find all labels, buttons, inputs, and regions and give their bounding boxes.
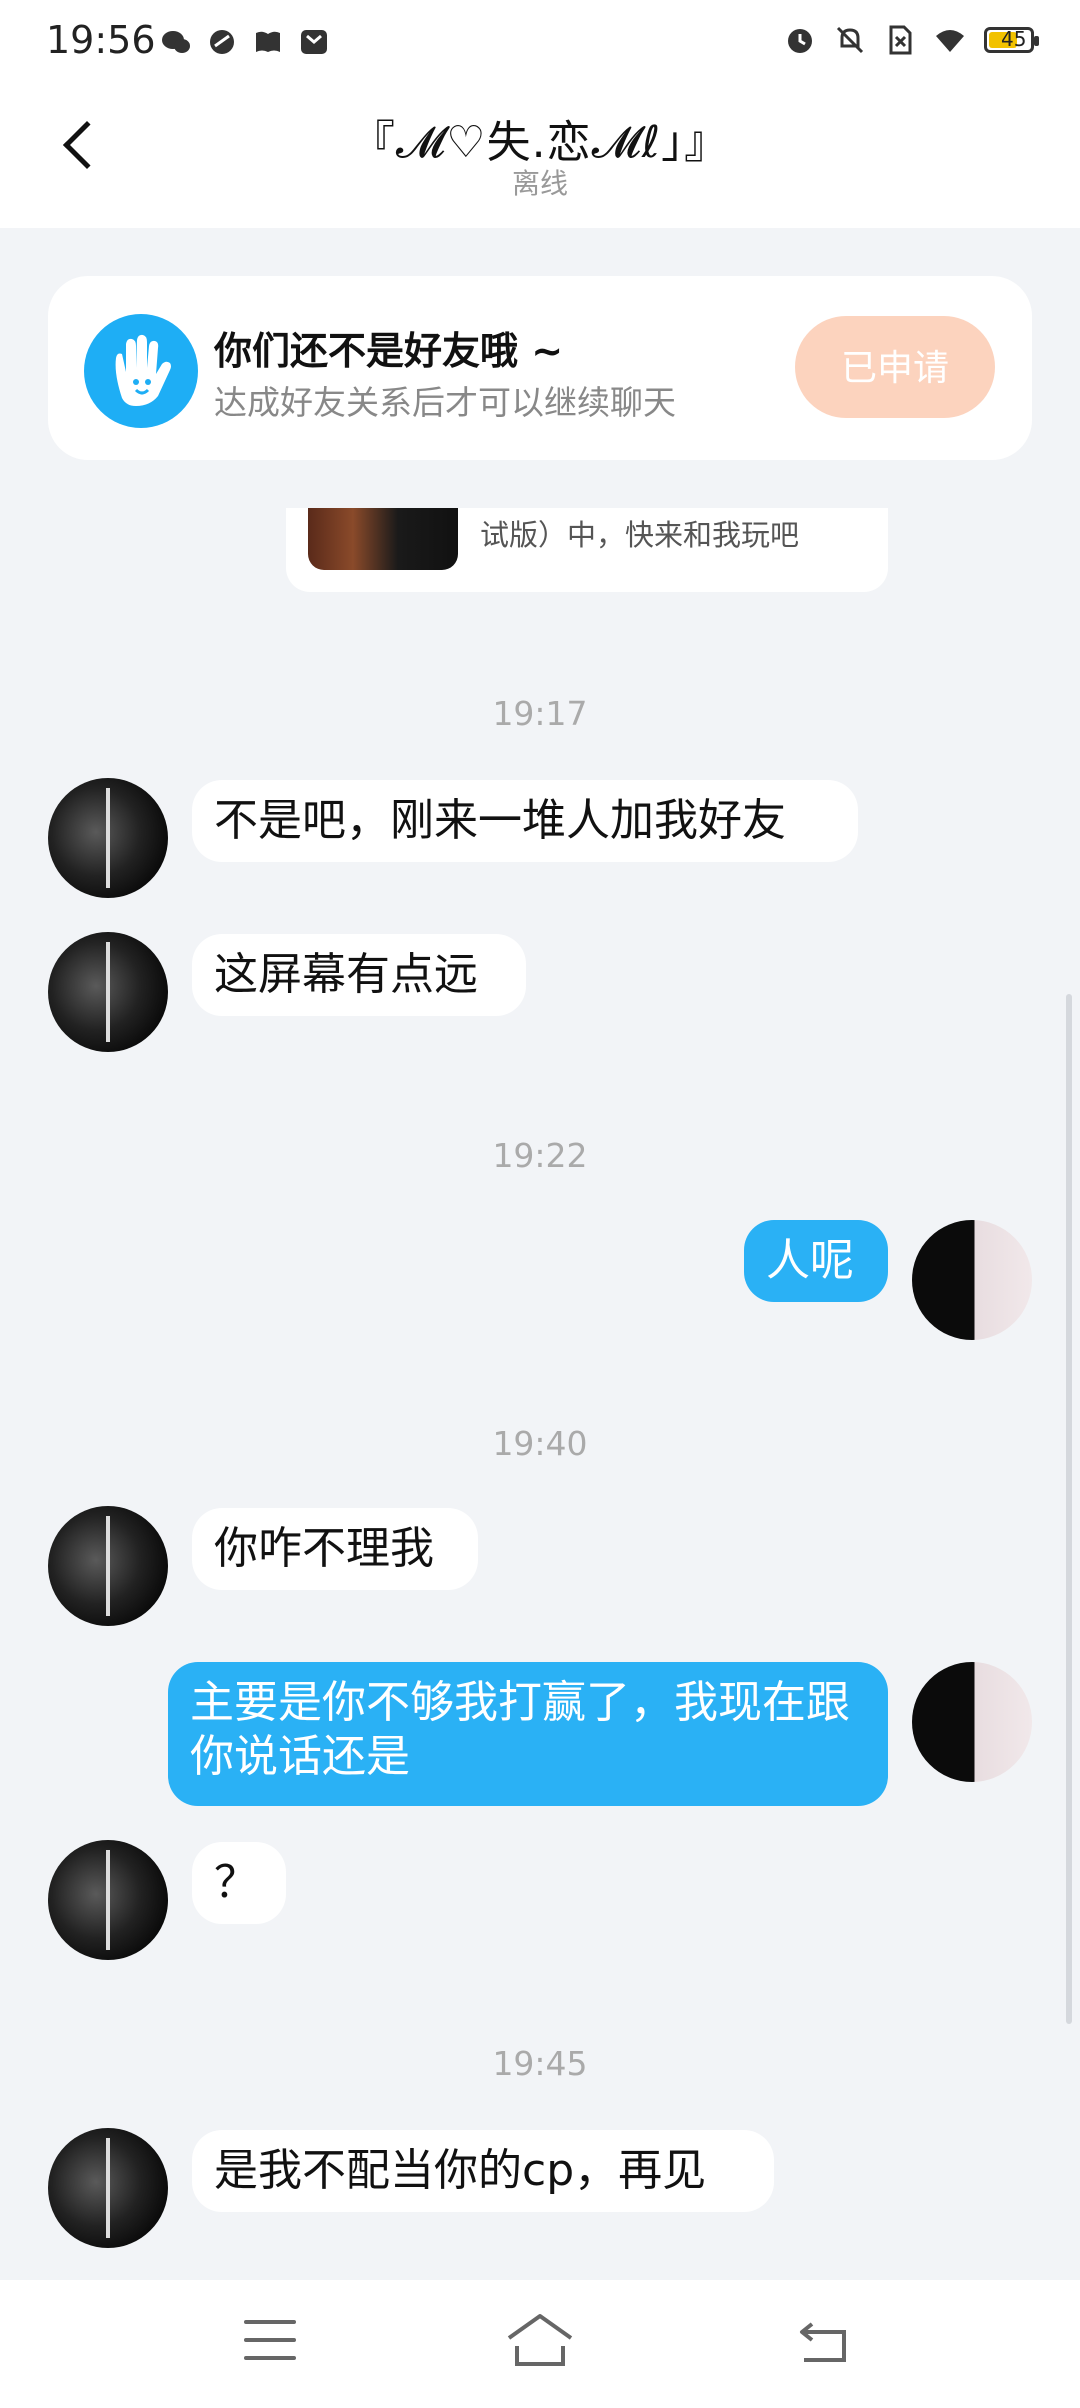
- timestamp: 19:17: [492, 694, 588, 733]
- sim-off-icon: [889, 25, 912, 55]
- chat-title: 『𝓜♡失.恋𝓜ℓ」』: [350, 117, 730, 168]
- contact-avatar[interactable]: [48, 932, 168, 1052]
- message-bubble-in: 你咋不理我: [192, 1508, 478, 1590]
- contact-avatar[interactable]: [48, 2128, 168, 2248]
- wifi-icon: [936, 30, 964, 52]
- mail-icon: [301, 30, 327, 54]
- timestamp: 19:22: [492, 1136, 588, 1175]
- menu-icon[interactable]: [244, 2320, 296, 2362]
- friend-notice-card: 你们还不是好友哦 ~ 达成好友关系后才可以继续聊天 已申请: [48, 276, 1032, 460]
- message-bubble-out: 主要是你不够我打赢了，我现在跟你说话还是: [168, 1662, 888, 1806]
- back-nav-icon[interactable]: [798, 2320, 850, 2364]
- hand-wave-icon: [84, 314, 198, 428]
- game-share-card[interactable]: 试版）中，快来和我玩吧: [286, 508, 888, 592]
- message-bubble-out: 人呢: [744, 1220, 888, 1302]
- wechat-icon: [162, 31, 190, 53]
- notification-icons: [160, 26, 330, 58]
- home-icon[interactable]: [505, 2310, 575, 2370]
- status-bar: 19:56 45: [0, 0, 1080, 84]
- contact-avatar[interactable]: [48, 778, 168, 898]
- system-nav-bar: [0, 2280, 1080, 2408]
- system-icons: 45: [784, 24, 1039, 56]
- chat-scrollbar[interactable]: [1066, 994, 1072, 2024]
- my-avatar[interactable]: [912, 1662, 1032, 1782]
- contact-avatar[interactable]: [48, 1840, 168, 1960]
- applied-button[interactable]: 已申请: [795, 316, 995, 418]
- book-icon: [256, 31, 280, 52]
- top-area: 19:56 45 『𝓜♡失.恋𝓜ℓ」』 离线: [0, 0, 1080, 228]
- alarm-icon: [788, 29, 812, 53]
- message-bubble-in: 这屏幕有点远: [192, 934, 526, 1016]
- my-avatar[interactable]: [912, 1220, 1032, 1340]
- battery-level: 45: [1001, 27, 1027, 51]
- timestamp: 19:40: [492, 1424, 588, 1463]
- message-bubble-in: 不是吧，刚来一堆人加我好友: [192, 780, 858, 862]
- app-icon: [210, 30, 234, 54]
- status-time: 19:56: [46, 18, 156, 62]
- message-bubble-in: ？: [192, 1842, 286, 1924]
- mute-icon: [836, 26, 864, 54]
- game-thumbnail: [308, 508, 458, 570]
- online-status: 离线: [511, 167, 568, 200]
- message-bubble-in: 是我不配当你的cp，再见: [192, 2130, 774, 2212]
- contact-avatar[interactable]: [48, 1506, 168, 1626]
- battery-icon: 45: [984, 27, 1039, 53]
- notice-subtitle: 达成好友关系后才可以继续聊天: [214, 383, 676, 422]
- timestamp: 19:45: [492, 2044, 588, 2083]
- notice-title: 你们还不是好友哦 ~: [214, 329, 564, 373]
- game-card-text: 试版）中，快来和我玩吧: [480, 518, 800, 552]
